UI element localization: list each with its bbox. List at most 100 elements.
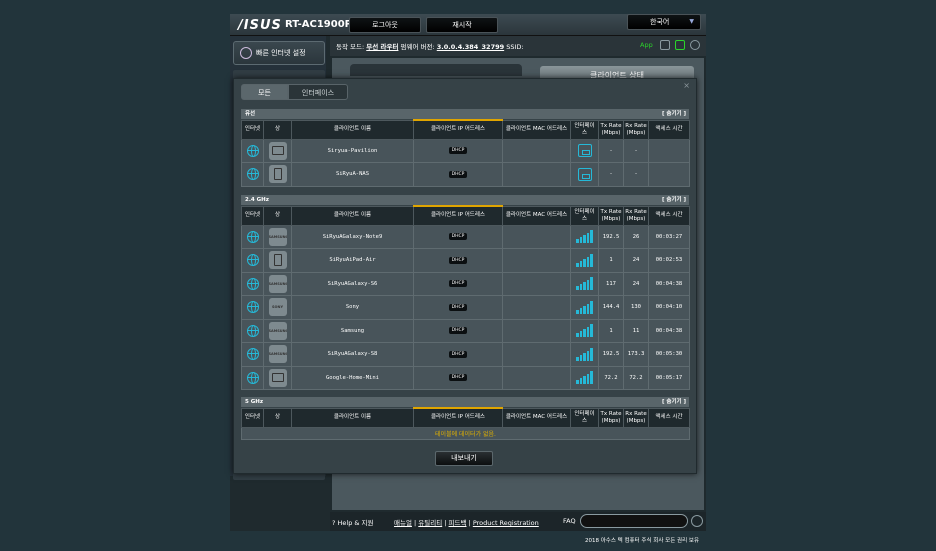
col-tx-rate: Tx Rate (Mbps) [598,407,624,428]
signal-bar [583,258,586,267]
laptop-icon[interactable] [268,368,287,387]
signal-strength-icon [576,277,593,291]
brand-text: SAMSUNG [268,328,287,333]
samsung-icon[interactable]: SAMSUNG [268,345,287,364]
table-row[interactable]: Siryua-Pavilion DHCP - - [241,138,690,163]
language-select[interactable]: 한국어 ▼ [627,14,701,30]
access-time [648,138,690,163]
table-row[interactable]: SiRyuAiPad-Air DHCP 1 24 00:02:53 [241,248,690,273]
hide-toggle[interactable]: [ 숨기기 ] [662,397,686,407]
network-icon[interactable] [675,40,685,50]
col-client-ip[interactable]: 클라이언트 IP 어드레스 [413,205,503,226]
signal-bar [590,371,593,385]
globe-icon[interactable] [246,230,259,243]
tx-rate: 192.5 [598,224,624,249]
tab-all[interactable]: 모든 [241,84,288,100]
registration-link[interactable]: Product Registration [473,519,539,527]
signal-bar [583,235,586,244]
client-ip-cell: DHCP [413,342,503,367]
tablet-icon[interactable] [268,251,287,270]
globe-icon[interactable] [246,254,259,267]
modal-tabs: 모든 인터페이스 [241,84,349,100]
faq-search-input[interactable] [580,514,688,528]
globe-icon[interactable] [246,277,259,290]
app-link[interactable]: App [640,41,653,49]
globe-icon[interactable] [246,168,259,181]
signal-bar [579,260,583,267]
help-link[interactable]: ? Help & 지원 [332,517,374,527]
reboot-button[interactable]: 재시작 [426,17,498,33]
tx-rate: 144.4 [598,295,624,320]
dhcp-badge: DHCP [448,280,468,288]
col-client-ip[interactable]: 클라이언트 IP 어드레스 [413,119,503,140]
client-mac [502,342,571,367]
table-row[interactable]: Google-Home-Mini DHCP 72.2 72.2 00:05:17 [241,365,690,390]
globe-icon[interactable] [246,324,259,337]
col-tx-rate: Tx Rate (Mbps) [598,205,624,226]
samsung-icon[interactable]: SAMSUNG [268,227,287,246]
type-cell: SAMSUNG [263,271,292,296]
manual-link[interactable]: 매뉴얼 [394,519,412,527]
client-ip-cell: DHCP [413,271,503,296]
interface-cell [570,162,599,187]
export-button[interactable]: 내보내기 [435,451,493,466]
samsung-icon[interactable]: SAMSUNG [268,321,287,340]
close-icon[interactable]: × [683,81,690,90]
sony-icon[interactable]: SONY [268,298,287,317]
table-row[interactable]: SiRyuA-NAS DHCP - - [241,162,690,187]
table-row[interactable]: SAMSUNG Samsung DHCP 1 11 00:04:38 [241,318,690,343]
laptop-icon[interactable] [268,141,287,160]
user-icon[interactable] [660,40,670,50]
rx-rate: 72.2 [623,365,649,390]
ethernet-icon [577,144,592,158]
client-list-modal: × 모든 인터페이스 유선[ 숨기기 ] 인터넷 상 클라이언트 이름 클라이언트 IP… [233,78,697,474]
client-mac [502,271,571,296]
signal-bar [579,307,583,314]
globe-icon[interactable] [246,371,259,384]
col-rx-rate: Rx Rate (Mbps) [623,205,649,226]
search-icon[interactable] [691,515,703,527]
globe-icon[interactable] [246,144,259,157]
col-interface: 인터페이스 [570,119,599,140]
table-row[interactable]: SONY Sony DHCP 144.4 130 00:04:10 [241,295,690,320]
globe-icon[interactable] [246,348,259,361]
quick-setup-button[interactable]: 빠른 인터넷 설정 [233,41,325,65]
logout-button[interactable]: 로그아웃 [349,17,421,33]
rx-rate: 11 [623,318,649,343]
device-shape [271,145,284,155]
table-row[interactable]: SAMSUNG SiRyuAGalaxy-Note9 DHCP 192.5 26 00:0… [241,224,690,249]
col-client-ip[interactable]: 클라이언트 IP 어드레스 [413,407,503,428]
table-row[interactable]: SAMSUNG SiRyuAGalaxy-S6 DHCP 117 24 00:04:38 [241,271,690,296]
hide-toggle[interactable]: [ 숨기기 ] [662,109,686,119]
tx-rate: 1 [598,248,624,273]
signal-bar [583,376,586,385]
interface-cell [570,224,599,249]
client-mac [502,162,571,187]
tab-interface[interactable]: 인터페이스 [287,84,349,100]
table-header-row: 인터넷 상 클라이언트 이름 클라이언트 IP 어드레스 클라이언트 MAC 어드레스 인… [241,205,690,226]
feedback-link[interactable]: 피드백 [449,519,467,527]
hide-toggle[interactable]: [ 숨기기 ] [662,195,686,205]
table-row[interactable]: SAMSUNG SiRyuAGalaxy-S8 DHCP 192.5 173.3 00:0… [241,342,690,367]
footer-links: 매뉴얼 | 유틸리티 | 피드백 | Product Registration [394,519,539,527]
nas-icon[interactable] [268,165,287,184]
access-time: 00:04:10 [648,295,690,320]
usb-icon[interactable] [690,40,700,50]
chevron-down-icon: ▼ [689,18,694,25]
client-name: SiRyuAiPad-Air [291,248,414,273]
utility-link[interactable]: 유틸리티 [418,519,442,527]
col-interface: 인터페이스 [570,407,599,428]
samsung-icon[interactable]: SAMSUNG [268,274,287,293]
client-table: 인터넷 상 클라이언트 이름 클라이언트 IP 어드레스 클라이언트 MAC 어드레스 인… [241,119,690,187]
section-header: 2.4 GHz [ 숨기기 ] [241,195,689,205]
interface-cell [570,342,599,367]
firmware-link[interactable]: 3.0.0.4.384_32799 [437,43,504,51]
op-mode-link[interactable]: 무선 라우터 [366,43,398,51]
signal-bar [576,239,579,244]
internet-cell [241,224,264,249]
globe-icon[interactable] [246,301,259,314]
dhcp-badge: DHCP [448,170,468,178]
col-internet: 인터넷 [241,407,264,428]
signal-bar [579,237,583,244]
client-ip-cell: DHCP [413,138,503,163]
